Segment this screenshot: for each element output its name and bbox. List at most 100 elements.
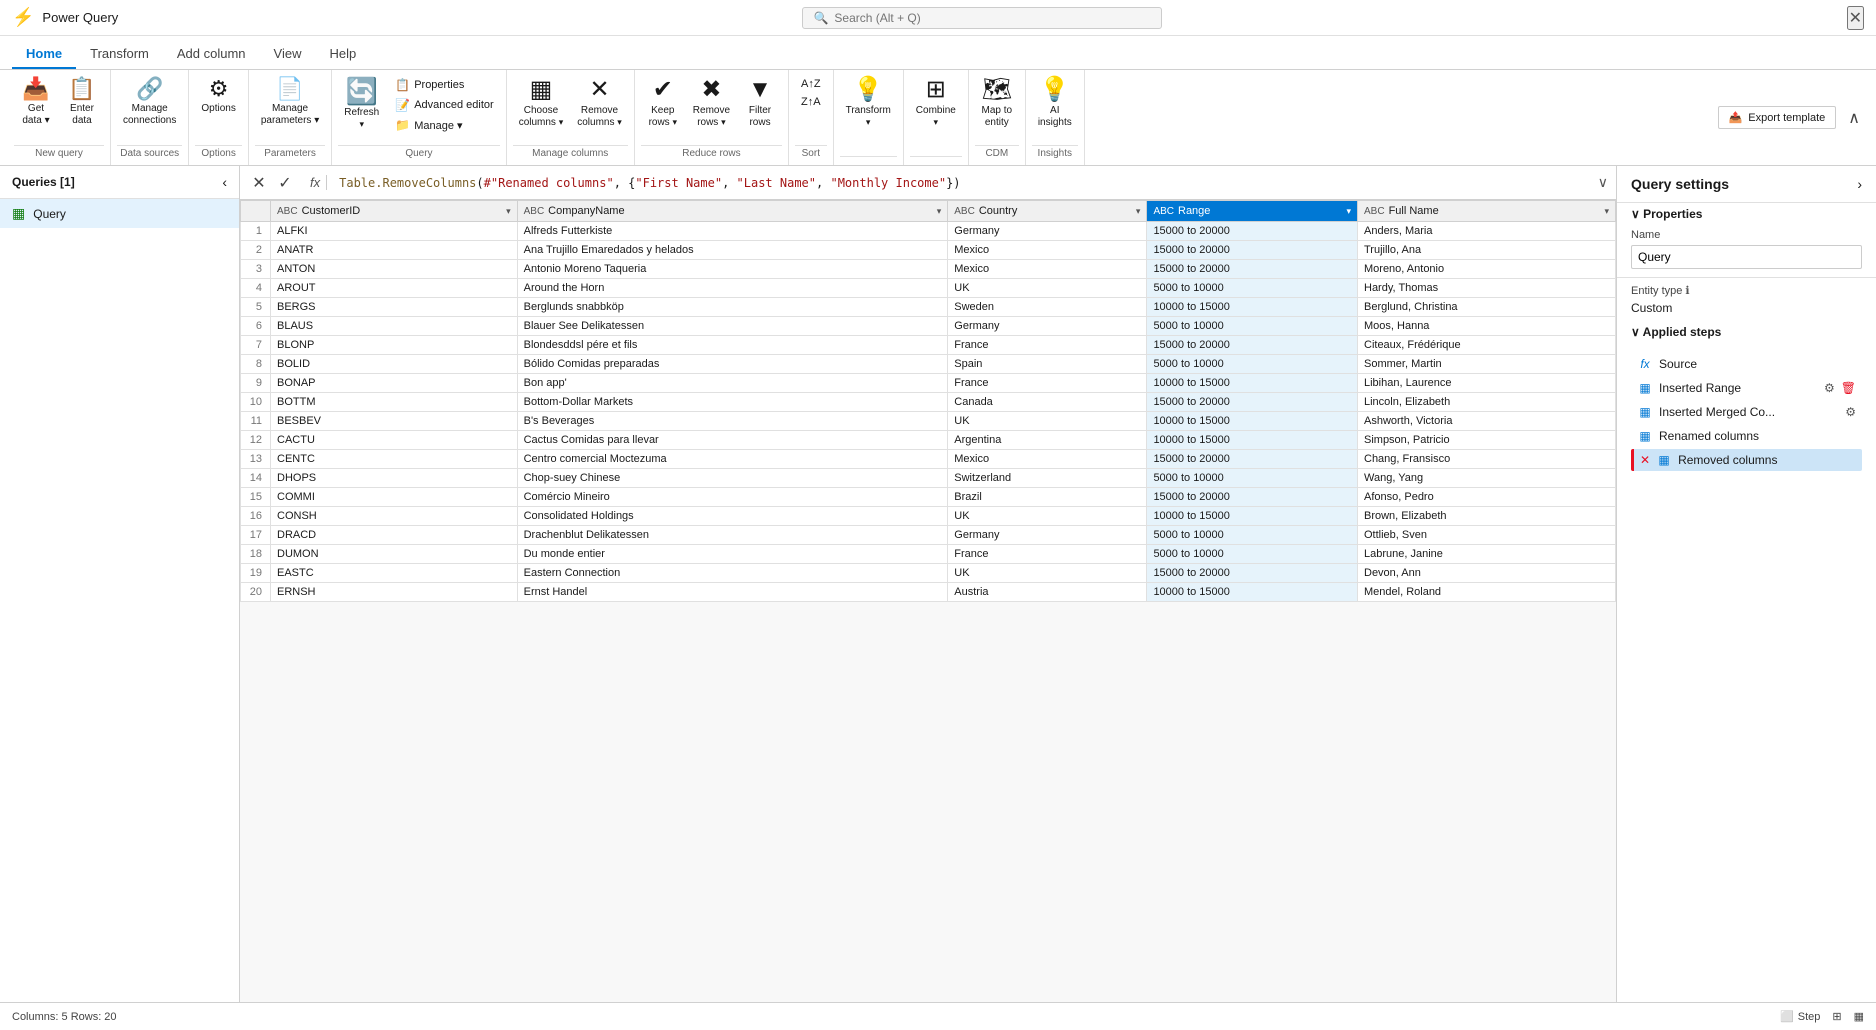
step-button[interactable]: ⬜ Step <box>1780 1010 1820 1023</box>
step-item-inserted-range[interactable]: ▦ Inserted Range ⚙ 🗑 <box>1631 377 1862 399</box>
fullname-dropdown-icon[interactable]: ▾ <box>1604 206 1609 217</box>
enter-data-button[interactable]: 📋 Enter data <box>60 74 104 145</box>
col-header-companyname[interactable]: ABC CompanyName ▾ <box>517 201 948 222</box>
tab-transform[interactable]: Transform <box>76 40 163 69</box>
tab-help[interactable]: Help <box>315 40 370 69</box>
keep-rows-button[interactable]: ✔ Keeprows ▾ <box>641 74 685 145</box>
queries-collapse-icon[interactable]: ‹ <box>222 174 227 190</box>
cell-fullname: Chang, Fransisco <box>1358 450 1616 469</box>
refresh-button[interactable]: 🔄 Refresh▾ <box>338 74 385 135</box>
choose-columns-button[interactable]: ▦ Choosecolumns ▾ <box>513 74 570 145</box>
country-dropdown-icon[interactable]: ▾ <box>1136 206 1141 217</box>
formula-cancel-button[interactable]: ✕ <box>248 173 270 193</box>
table-wrapper[interactable]: ABC CustomerID ▾ ABC CompanyName ▾ <box>240 200 1616 1002</box>
table-row[interactable]: 1 ALFKI Alfreds Futterkiste Germany 1500… <box>241 222 1616 241</box>
step-gear-icon[interactable]: ⚙ <box>1824 381 1835 395</box>
search-input[interactable] <box>834 11 1151 25</box>
cell-country: Argentina <box>948 431 1147 450</box>
table-row[interactable]: 4 AROUT Around the Horn UK 5000 to 10000… <box>241 279 1616 298</box>
manage-parameters-button[interactable]: 📄 Manage parameters ▾ <box>255 74 325 145</box>
step-item-removed-columns[interactable]: ✕ ▦ Removed columns <box>1631 449 1862 471</box>
ribbon-collapse-button[interactable]: ∧ <box>1848 108 1860 128</box>
manage-connections-button[interactable]: 🔗 Manage connections <box>117 74 182 145</box>
step-item-source[interactable]: fx Source <box>1631 353 1862 375</box>
get-data-button[interactable]: 📥 Get data ▾ <box>14 74 58 145</box>
ribbon-group-data-sources: 🔗 Manage connections Data sources <box>111 70 189 165</box>
status-info: Columns: 5 Rows: 20 <box>12 1011 117 1023</box>
col-header-country[interactable]: ABC Country ▾ <box>948 201 1147 222</box>
row-num: 9 <box>241 374 271 393</box>
tab-view[interactable]: View <box>260 40 316 69</box>
table-row[interactable]: 9 BONAP Bon app' France 10000 to 15000 L… <box>241 374 1616 393</box>
cell-customerid: COMMI <box>271 488 518 507</box>
properties-button[interactable]: 📋 Properties <box>389 76 499 94</box>
cell-country: Mexico <box>948 260 1147 279</box>
ribbon: 📥 Get data ▾ 📋 Enter data New query 🔗 Ma… <box>0 70 1876 166</box>
transform-button[interactable]: 💡 Transform▾ <box>840 74 897 156</box>
query-item[interactable]: ▦ Query <box>0 199 239 228</box>
step-item-renamed-columns[interactable]: ▦ Renamed columns <box>1631 425 1862 447</box>
step-item-inserted-merged[interactable]: ▦ Inserted Merged Co... ⚙ <box>1631 401 1862 423</box>
table-row[interactable]: 5 BERGS Berglunds snabbköp Sweden 10000 … <box>241 298 1616 317</box>
range-dropdown-icon[interactable]: ▾ <box>1346 206 1351 217</box>
entity-type-help-icon[interactable]: ℹ <box>1685 285 1689 297</box>
customerid-dropdown-icon[interactable]: ▾ <box>506 206 511 217</box>
table-row[interactable]: 14 DHOPS Chop-suey Chinese Switzerland 5… <box>241 469 1616 488</box>
cell-country: UK <box>948 507 1147 526</box>
table-row[interactable]: 12 CACTU Cactus Comidas para llevar Arge… <box>241 431 1616 450</box>
options-button[interactable]: ⚙ Options <box>195 74 241 145</box>
table-row[interactable]: 11 BESBEV B's Beverages UK 10000 to 1500… <box>241 412 1616 431</box>
formula-expand-button[interactable]: ∨ <box>1598 174 1608 191</box>
table-row[interactable]: 15 COMMI Comércio Mineiro Brazil 15000 t… <box>241 488 1616 507</box>
query-group-label: Query <box>338 145 499 161</box>
table-row[interactable]: 13 CENTC Centro comercial Moctezuma Mexi… <box>241 450 1616 469</box>
table-row[interactable]: 16 CONSH Consolidated Holdings UK 10000 … <box>241 507 1616 526</box>
map-to-entity-button[interactable]: 🗺 Map toentity <box>975 74 1019 145</box>
advanced-editor-button[interactable]: 📝 Advanced editor <box>389 96 499 114</box>
diagram-button[interactable]: ⊞ <box>1832 1010 1841 1023</box>
manage-button[interactable]: 📁 Manage ▾ <box>389 116 499 134</box>
export-template-button[interactable]: 📤 Export template <box>1718 106 1837 129</box>
col-header-customerid[interactable]: ABC CustomerID ▾ <box>271 201 518 222</box>
formula-accept-button[interactable]: ✓ <box>274 173 296 193</box>
row-num: 5 <box>241 298 271 317</box>
companyname-dropdown-icon[interactable]: ▾ <box>937 206 942 217</box>
table-row[interactable]: 19 EASTC Eastern Connection UK 15000 to … <box>241 564 1616 583</box>
table-row[interactable]: 18 DUMON Du monde entier France 5000 to … <box>241 545 1616 564</box>
col-header-fullname[interactable]: ABC Full Name ▾ <box>1358 201 1616 222</box>
remove-rows-button[interactable]: ✖ Removerows ▾ <box>687 74 736 145</box>
table-row[interactable]: 3 ANTON Antonio Moreno Taqueria Mexico 1… <box>241 260 1616 279</box>
sort-az-button[interactable]: A↑Z <box>795 76 827 92</box>
ai-insights-button[interactable]: 💡 AIinsights <box>1032 74 1078 145</box>
col-header-range[interactable]: ABC Range ▾ <box>1147 201 1358 222</box>
cell-companyname: Centro comercial Moctezuma <box>517 450 948 469</box>
tab-home[interactable]: Home <box>12 40 76 69</box>
ribbon-group-parameters: 📄 Manage parameters ▾ Parameters <box>249 70 332 165</box>
search-box[interactable]: 🔍 <box>802 7 1162 29</box>
sort-za-button[interactable]: Z↑A <box>795 94 827 110</box>
filter-rows-button[interactable]: ▼ Filterrows <box>738 74 782 145</box>
table-row[interactable]: 2 ANATR Ana Trujillo Emaredados y helado… <box>241 241 1616 260</box>
name-input[interactable] <box>1631 245 1862 269</box>
step-gear-icon[interactable]: ⚙ <box>1845 405 1856 419</box>
table-row[interactable]: 20 ERNSH Ernst Handel Austria 10000 to 1… <box>241 583 1616 602</box>
cell-fullname: Anders, Maria <box>1358 222 1616 241</box>
formula-input[interactable]: Table.RemoveColumns(#"Renamed columns", … <box>335 174 1590 192</box>
step-delete-icon[interactable]: 🗑 <box>1841 381 1856 395</box>
tab-add-column[interactable]: Add column <box>163 40 260 69</box>
combine-button[interactable]: ⊞ Combine▾ <box>910 74 962 156</box>
table-row[interactable]: 17 DRACD Drachenblut Delikatessen German… <box>241 526 1616 545</box>
combine-group-label <box>910 156 962 161</box>
remove-columns-button[interactable]: ✕ Removecolumns ▾ <box>571 74 628 145</box>
cell-customerid: BLONP <box>271 336 518 355</box>
table-row[interactable]: 7 BLONP Blondesddsl pére et fils France … <box>241 336 1616 355</box>
cell-customerid: CONSH <box>271 507 518 526</box>
table-view-button[interactable]: ▦ <box>1854 1010 1864 1023</box>
table-row[interactable]: 10 BOTTM Bottom-Dollar Markets Canada 15… <box>241 393 1616 412</box>
query-settings-expand-icon[interactable]: › <box>1857 176 1862 192</box>
properties-chevron: ∨ <box>1631 207 1643 221</box>
table-row[interactable]: 6 BLAUS Blauer See Delikatessen Germany … <box>241 317 1616 336</box>
table-row[interactable]: 8 BOLID Bólido Comidas preparadas Spain … <box>241 355 1616 374</box>
close-button[interactable]: ✕ <box>1847 6 1864 30</box>
cell-fullname: Moos, Hanna <box>1358 317 1616 336</box>
